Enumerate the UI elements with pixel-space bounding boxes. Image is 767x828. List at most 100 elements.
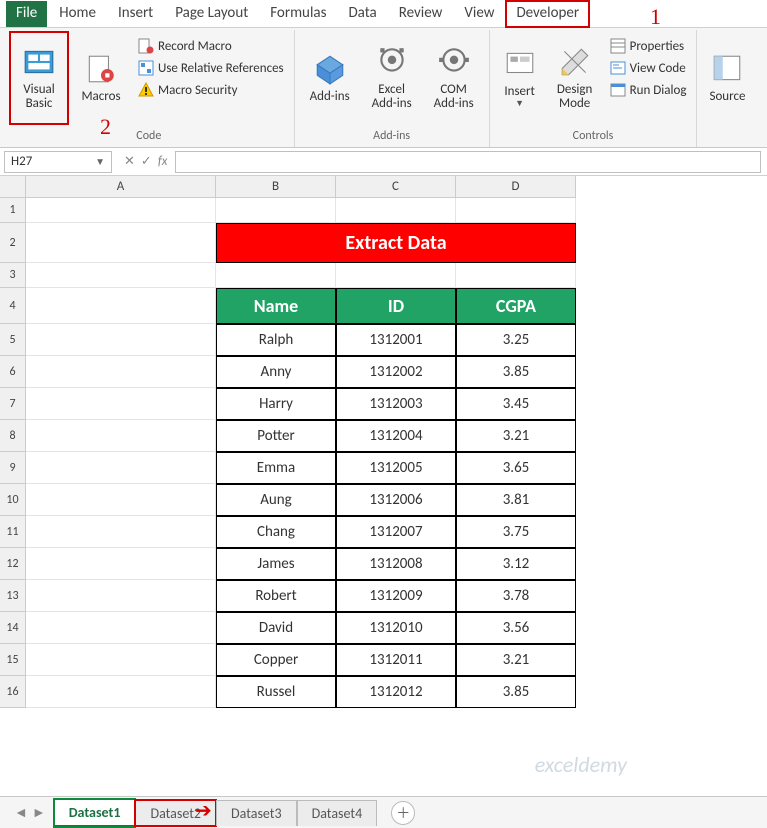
select-all-corner[interactable]	[0, 176, 26, 198]
cell[interactable]	[26, 644, 216, 676]
tab-view[interactable]: View	[454, 1, 504, 27]
column-header-B[interactable]: B	[216, 176, 336, 198]
fx-icon[interactable]: fx	[158, 154, 168, 169]
cell[interactable]	[216, 198, 336, 223]
table-header-name[interactable]: Name	[216, 288, 336, 324]
table-cell-cgpa[interactable]: 3.81	[456, 484, 576, 516]
row-header-6[interactable]: 6	[0, 356, 26, 388]
table-cell-id[interactable]: 1312009	[336, 580, 456, 612]
table-cell-name[interactable]: Copper	[216, 644, 336, 676]
cell[interactable]	[26, 356, 216, 388]
tab-home[interactable]: Home	[49, 1, 106, 27]
tab-review[interactable]: Review	[389, 1, 453, 27]
table-cell-id[interactable]: 1312003	[336, 388, 456, 420]
cell[interactable]	[26, 580, 216, 612]
row-header-7[interactable]: 7	[0, 388, 26, 420]
cell[interactable]	[456, 263, 576, 288]
row-header-14[interactable]: 14	[0, 612, 26, 644]
title-cell[interactable]: Extract Data	[216, 223, 576, 263]
sheet-tab-dataset2[interactable]: Dataset2	[135, 800, 216, 826]
view-code-button[interactable]: View Code	[606, 58, 691, 78]
table-cell-id[interactable]: 1312010	[336, 612, 456, 644]
spreadsheet-grid[interactable]: ABCD 12345678910111213141516 Extract Dat…	[0, 176, 767, 766]
table-cell-name[interactable]: Russel	[216, 676, 336, 708]
table-cell-cgpa[interactable]: 3.85	[456, 676, 576, 708]
sheet-nav-prev-icon[interactable]: ◄	[14, 804, 28, 821]
properties-button[interactable]: Properties	[606, 36, 691, 56]
table-cell-id[interactable]: 1312006	[336, 484, 456, 516]
table-cell-id[interactable]: 1312008	[336, 548, 456, 580]
design-mode-button[interactable]: Design Mode	[548, 32, 602, 124]
addins-button[interactable]: Add-ins	[301, 32, 359, 124]
table-header-id[interactable]: ID	[336, 288, 456, 324]
tab-file[interactable]: File	[6, 1, 47, 27]
table-cell-id[interactable]: 1312002	[336, 356, 456, 388]
table-cell-id[interactable]: 1312005	[336, 452, 456, 484]
table-cell-cgpa[interactable]: 3.45	[456, 388, 576, 420]
com-addins-button[interactable]: COM Add-ins	[425, 32, 483, 124]
macro-security-button[interactable]: Macro Security	[134, 80, 288, 100]
table-cell-id[interactable]: 1312004	[336, 420, 456, 452]
table-cell-name[interactable]: Ralph	[216, 324, 336, 356]
row-header-16[interactable]: 16	[0, 676, 26, 708]
cell[interactable]	[26, 484, 216, 516]
cell[interactable]	[26, 420, 216, 452]
column-header-D[interactable]: D	[456, 176, 576, 198]
cell[interactable]	[26, 263, 216, 288]
excel-addins-button[interactable]: Excel Add-ins	[363, 32, 421, 124]
cell[interactable]	[26, 198, 216, 223]
cell[interactable]	[336, 198, 456, 223]
cell[interactable]	[26, 388, 216, 420]
row-header-9[interactable]: 9	[0, 452, 26, 484]
tab-data[interactable]: Data	[338, 1, 386, 27]
tab-developer[interactable]: Developer	[506, 1, 589, 27]
column-header-A[interactable]: A	[26, 176, 216, 198]
cell[interactable]	[26, 516, 216, 548]
table-header-cgpa[interactable]: CGPA	[456, 288, 576, 324]
new-sheet-button[interactable]: ＋	[391, 801, 415, 825]
table-cell-id[interactable]: 1312011	[336, 644, 456, 676]
row-header-1[interactable]: 1	[0, 198, 26, 223]
table-cell-cgpa[interactable]: 3.56	[456, 612, 576, 644]
sheet-tab-dataset1[interactable]: Dataset1	[54, 799, 136, 827]
row-header-5[interactable]: 5	[0, 324, 26, 356]
cell[interactable]	[456, 198, 576, 223]
table-cell-cgpa[interactable]: 3.78	[456, 580, 576, 612]
cancel-formula-icon[interactable]: ✕	[124, 154, 135, 169]
cell[interactable]	[216, 263, 336, 288]
cell[interactable]	[26, 548, 216, 580]
insert-control-button[interactable]: Insert ▼	[496, 32, 544, 124]
table-cell-name[interactable]: Harry	[216, 388, 336, 420]
table-cell-cgpa[interactable]: 3.21	[456, 644, 576, 676]
table-cell-name[interactable]: Anny	[216, 356, 336, 388]
enter-formula-icon[interactable]: ✓	[141, 154, 152, 169]
sheet-nav-next-icon[interactable]: ►	[32, 804, 46, 821]
visual-basic-button[interactable]: Visual Basic	[10, 32, 68, 124]
row-header-2[interactable]: 2	[0, 223, 26, 263]
row-header-15[interactable]: 15	[0, 644, 26, 676]
cell[interactable]	[26, 612, 216, 644]
formula-bar[interactable]	[175, 151, 761, 173]
table-cell-cgpa[interactable]: 3.75	[456, 516, 576, 548]
table-cell-cgpa[interactable]: 3.12	[456, 548, 576, 580]
source-button[interactable]: Source	[703, 32, 751, 124]
row-header-3[interactable]: 3	[0, 263, 26, 288]
row-header-4[interactable]: 4	[0, 288, 26, 324]
record-macro-button[interactable]: Record Macro	[134, 36, 288, 56]
tab-insert[interactable]: Insert	[108, 1, 163, 27]
tab-formulas[interactable]: Formulas	[260, 1, 336, 27]
cell[interactable]	[26, 223, 216, 263]
sheet-tab-dataset4[interactable]: Dataset4	[297, 800, 378, 826]
table-cell-name[interactable]: David	[216, 612, 336, 644]
table-cell-cgpa[interactable]: 3.85	[456, 356, 576, 388]
cell[interactable]	[26, 676, 216, 708]
row-header-8[interactable]: 8	[0, 420, 26, 452]
macros-button[interactable]: Macros	[72, 32, 130, 124]
table-cell-cgpa[interactable]: 3.25	[456, 324, 576, 356]
table-cell-id[interactable]: 1312012	[336, 676, 456, 708]
row-header-12[interactable]: 12	[0, 548, 26, 580]
tab-page-layout[interactable]: Page Layout	[165, 1, 258, 27]
row-header-13[interactable]: 13	[0, 580, 26, 612]
table-cell-id[interactable]: 1312001	[336, 324, 456, 356]
table-cell-name[interactable]: Emma	[216, 452, 336, 484]
